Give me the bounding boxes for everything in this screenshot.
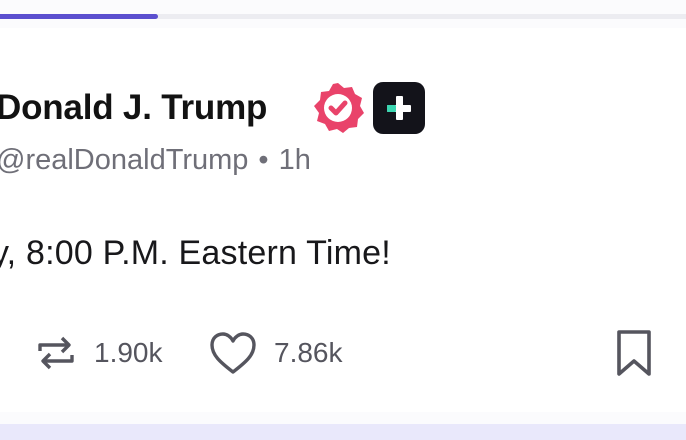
post-time: 1h [278, 144, 311, 176]
plus-badge-icon [373, 82, 425, 134]
like-button[interactable]: 7.86k [208, 328, 343, 378]
meta-separator: • [258, 144, 269, 176]
author-name[interactable]: Donald J. Trump [0, 88, 267, 128]
bottom-bar [0, 424, 686, 440]
post-meta: @realDonaldTrump • 1h [0, 144, 311, 177]
reply-icon[interactable] [0, 348, 2, 360]
verified-badge-icon [314, 83, 364, 133]
author-handle[interactable]: @realDonaldTrump [0, 144, 248, 176]
post-card[interactable]: Donald J. Trump @realDonaldTrump • 1h y, 8… [0, 28, 686, 412]
repost-count: 1.90k [94, 337, 163, 368]
post-text: y, 8:00 P.M. Eastern Time! [0, 234, 391, 272]
repost-icon [38, 336, 74, 370]
tab-progress-indicator [0, 14, 158, 19]
like-count: 7.86k [274, 337, 343, 368]
repost-button[interactable]: 1.90k [34, 328, 163, 378]
bookmark-icon[interactable] [614, 328, 654, 378]
heart-icon [210, 332, 256, 374]
tab-progress-track [0, 14, 686, 19]
